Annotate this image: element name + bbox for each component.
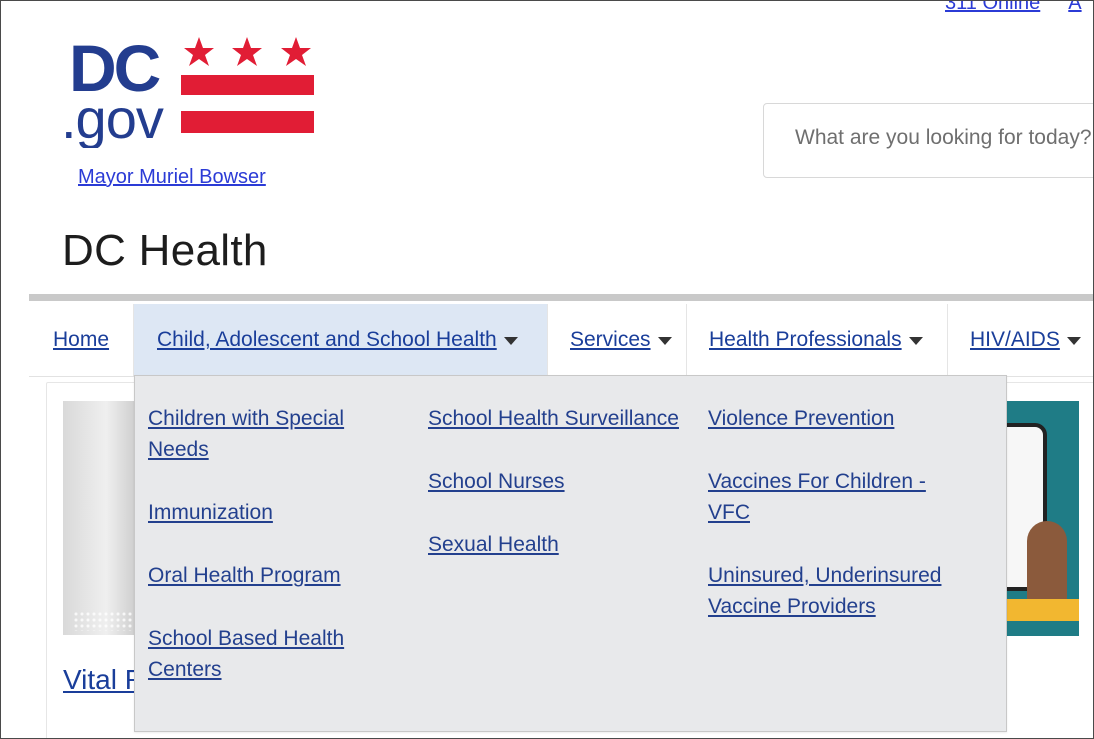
nav-item-services[interactable]: Services — [548, 304, 687, 376]
hand-graphic — [1027, 521, 1067, 611]
site-title: DC Health — [62, 226, 268, 275]
chevron-down-icon — [503, 337, 518, 345]
dropdown-link-children-special-needs[interactable]: Children with Special Needs — [148, 403, 408, 465]
dc-gov-logo[interactable]: DC .gov — [61, 33, 316, 148]
dropdown-column-2: School Health Surveillance School Nurses… — [428, 403, 703, 592]
site-search[interactable] — [763, 103, 1093, 178]
dropdown-link-oral-health[interactable]: Oral Health Program — [148, 560, 408, 591]
browser-viewport: 311 Online A DC .gov Mayor Muriel Bowser … — [0, 0, 1094, 739]
dropdown-link-school-nurses[interactable]: School Nurses — [428, 466, 703, 497]
dropdown-column-1: Children with Special Needs Immunization… — [148, 403, 408, 717]
card-image — [63, 401, 135, 635]
dropdown-link-violence-prevention[interactable]: Violence Prevention — [708, 403, 968, 434]
nav-item-home[interactable]: Home — [29, 304, 134, 376]
dropdown-link-immunization[interactable]: Immunization — [148, 497, 408, 528]
mayor-link[interactable]: Mayor Muriel Bowser — [78, 166, 266, 189]
utility-link-a[interactable]: A — [1068, 1, 1081, 14]
chevron-down-icon — [657, 337, 672, 345]
nav-item-health-professionals[interactable]: Health Professionals — [687, 304, 948, 376]
chevron-down-icon — [908, 337, 923, 345]
nav-dropdown-menu: Children with Special Needs Immunization… — [134, 375, 1007, 732]
dropdown-link-vaccines-for-children[interactable]: Vaccines For Children - VFC — [708, 466, 968, 528]
card-title-link[interactable]: Vital Records — [63, 664, 135, 696]
nav-item-child-adolescent-school-health[interactable]: Child, Adolescent and School Health — [134, 304, 548, 376]
svg-text:.gov: .gov — [61, 87, 164, 148]
dropdown-link-sexual-health[interactable]: Sexual Health — [428, 529, 703, 560]
utility-links: 311 Online A — [945, 1, 1093, 15]
search-input[interactable] — [795, 126, 1093, 150]
dropdown-link-school-health-surveillance[interactable]: School Health Surveillance — [428, 403, 703, 434]
dropdown-link-vaccine-providers[interactable]: Uninsured, Underinsured Vaccine Provider… — [708, 560, 968, 622]
nav-top-rule — [29, 294, 1093, 301]
promo-band — [1007, 599, 1079, 621]
dropdown-link-school-based-health-centers[interactable]: School Based Health Centers — [148, 623, 408, 685]
chevron-down-icon — [1066, 337, 1081, 345]
main-nav: Home Child, Adolescent and School Health… — [29, 304, 1093, 377]
utility-link-311[interactable]: 311 Online — [945, 1, 1040, 14]
promo-image[interactable] — [1007, 401, 1079, 636]
dropdown-column-3: Violence Prevention Vaccines For Childre… — [708, 403, 968, 654]
nav-item-hiv-aids[interactable]: HIV/AIDS — [948, 304, 1093, 376]
